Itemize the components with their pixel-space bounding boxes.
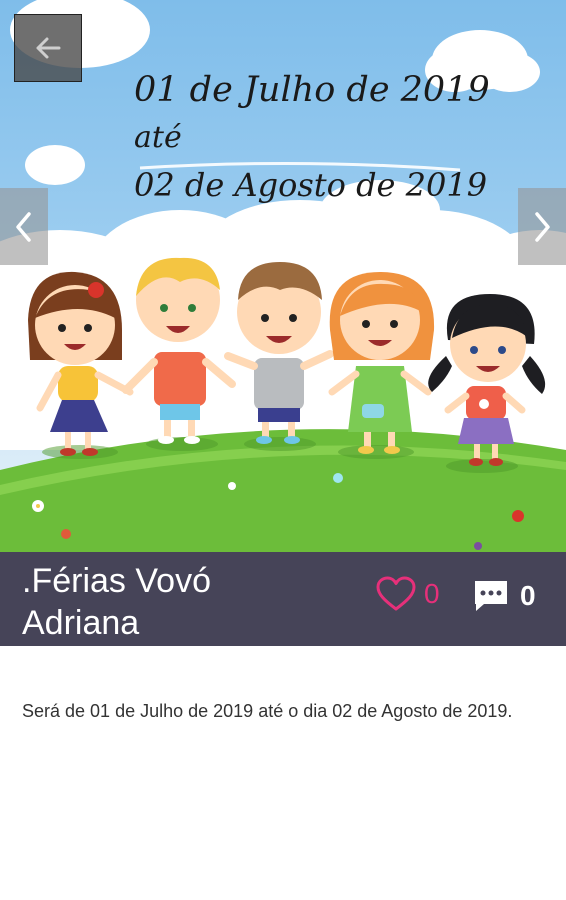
banner-date-end: 02 de Agosto de 2019: [134, 166, 488, 204]
hero-banner: 01 de Julho de 2019 até 02 de Agosto de …: [0, 0, 566, 552]
banner-date-start: 01 de Julho de 2019: [134, 70, 490, 110]
back-button[interactable]: [14, 14, 82, 82]
previous-image-button[interactable]: [0, 188, 48, 265]
comment-icon: [475, 581, 507, 611]
heart-icon: [376, 576, 416, 611]
comments-count: 0: [520, 580, 536, 611]
chevron-left-icon: [16, 211, 31, 242]
comments-button[interactable]: 0: [472, 578, 536, 614]
post-title: .Férias Vovó Adriana: [22, 562, 211, 642]
like-button[interactable]: 0: [376, 576, 440, 612]
post-description: Será de 01 de Julho de 2019 até o dia 02…: [22, 701, 513, 721]
chevron-right-icon: [535, 211, 550, 242]
likes-count: 0: [424, 578, 440, 609]
banner-date-until: até: [134, 120, 182, 155]
arrow-left-icon: [36, 37, 61, 59]
next-image-button[interactable]: [518, 188, 566, 265]
